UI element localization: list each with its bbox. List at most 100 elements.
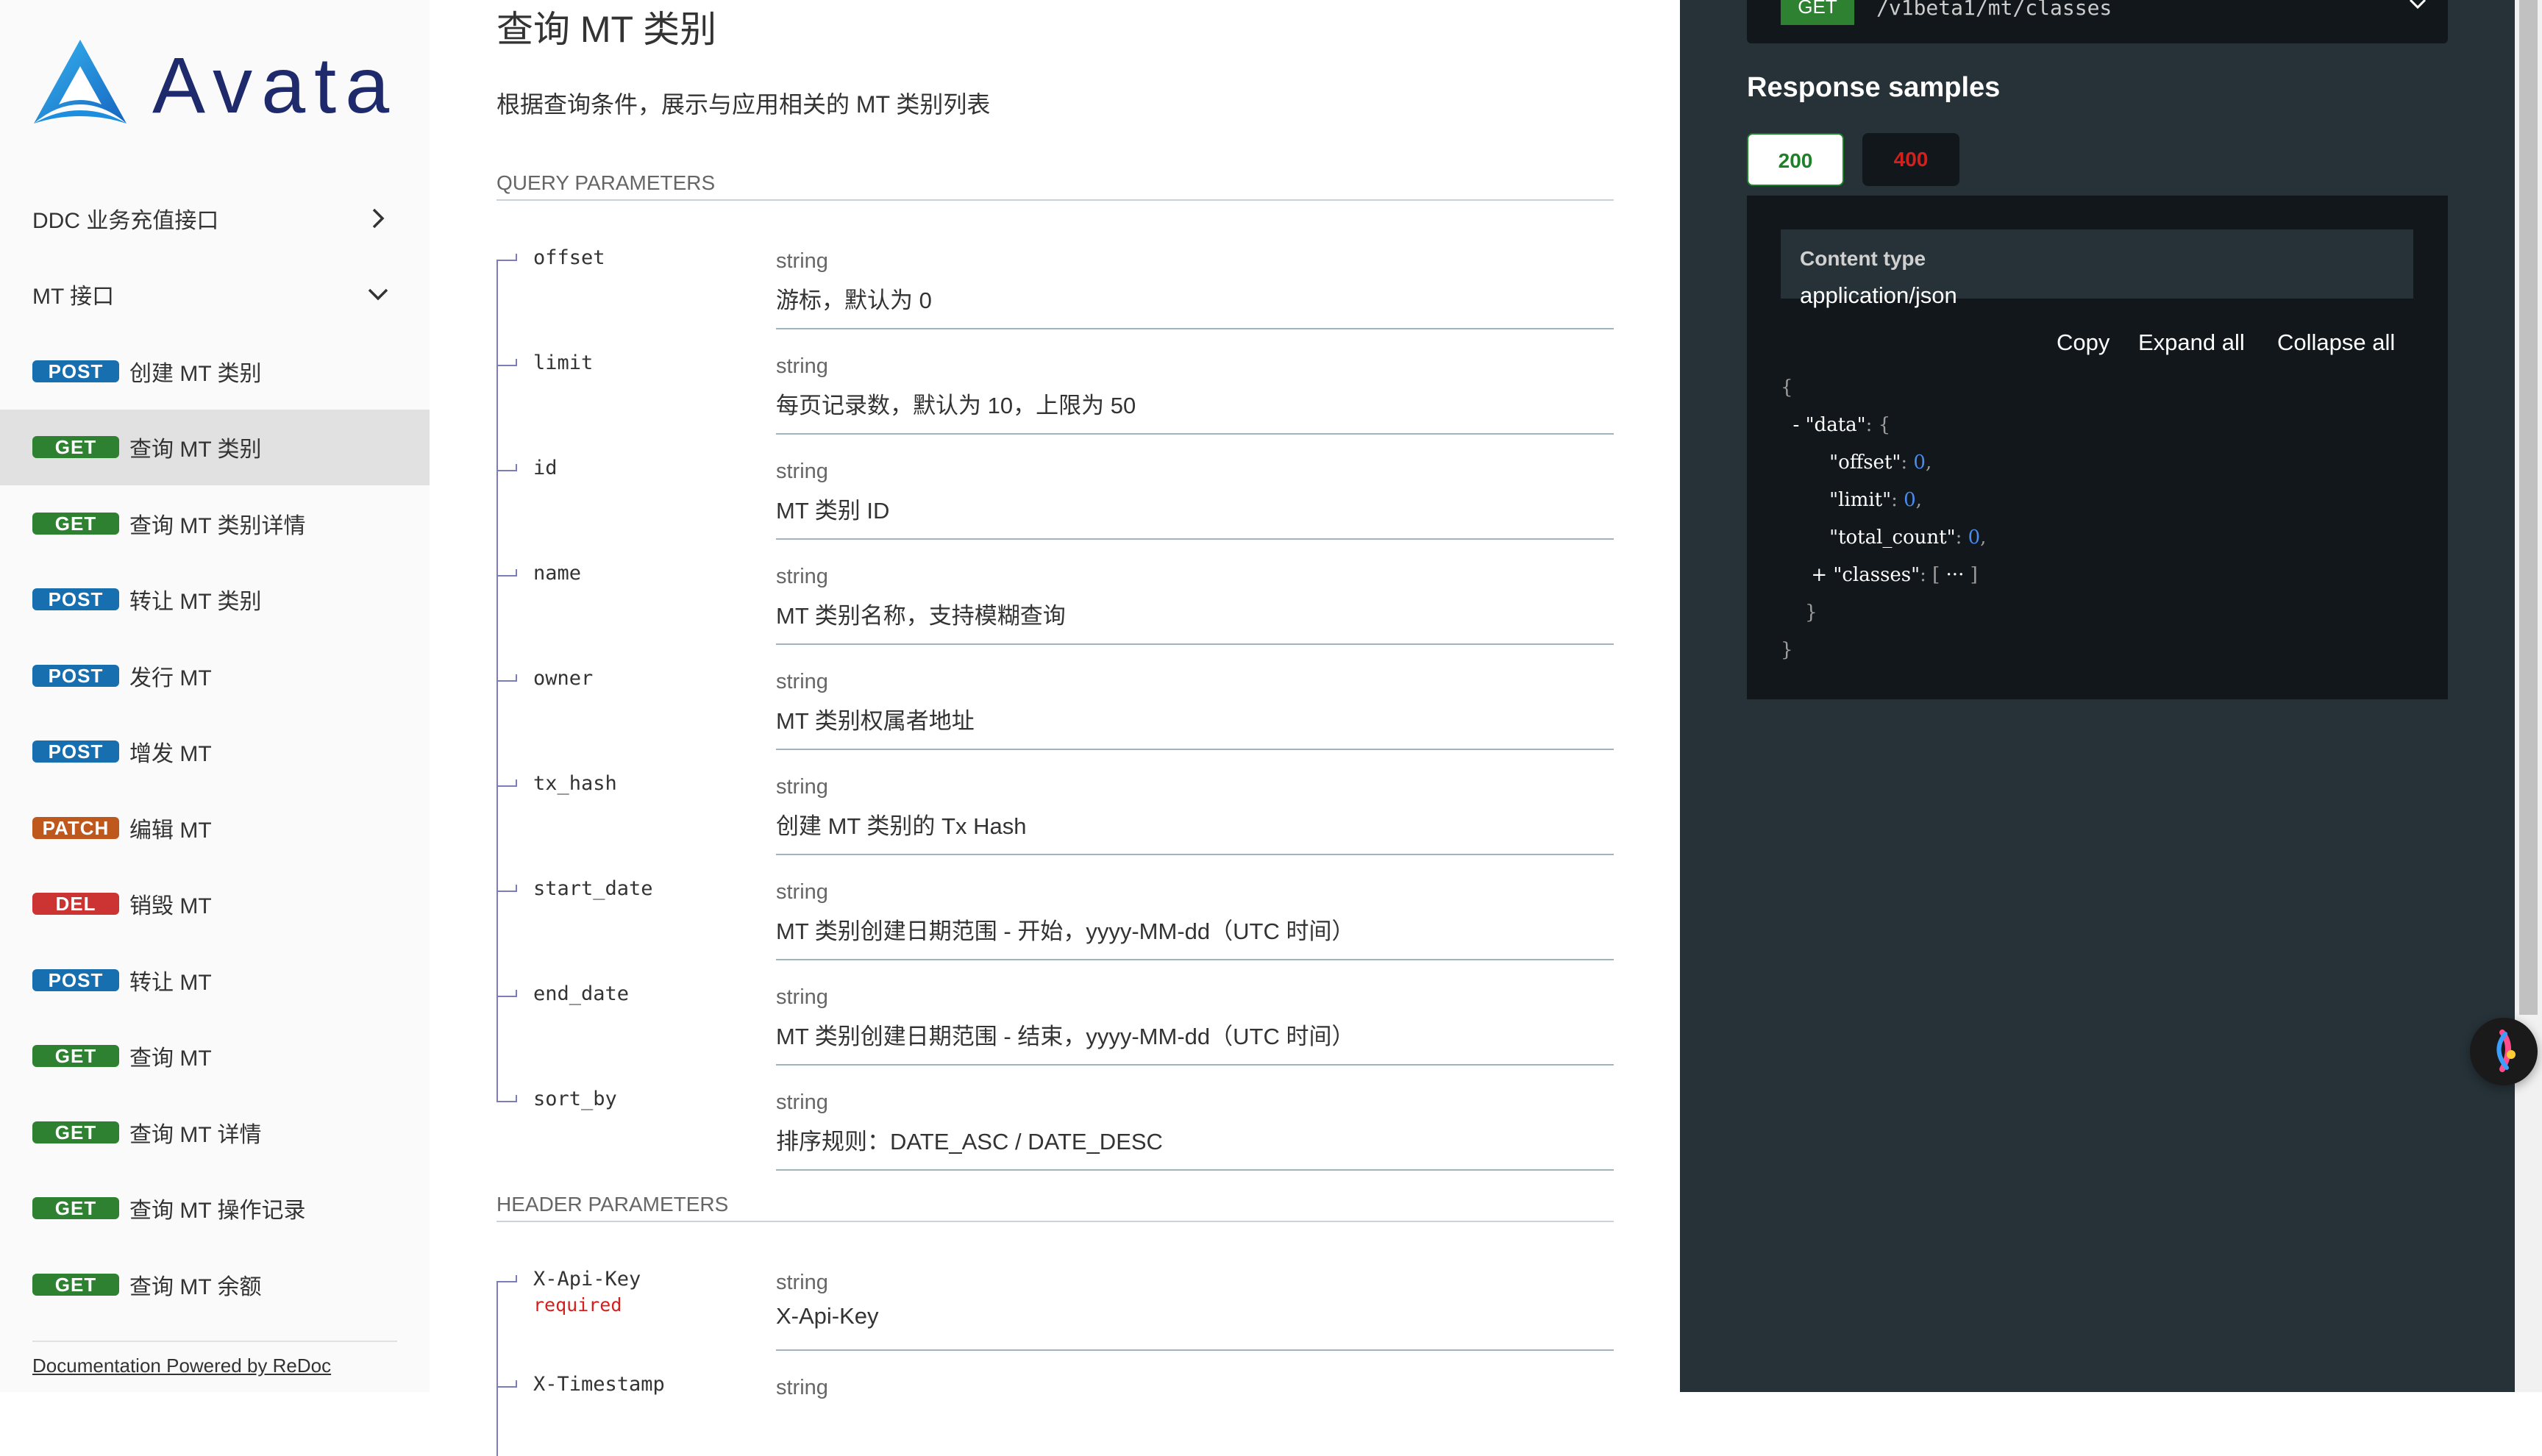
parameter-description: X-Api-Key bbox=[776, 1303, 879, 1329]
sidebar-divider bbox=[32, 1341, 397, 1342]
parameter-name: tx_hash bbox=[533, 772, 617, 795]
http-method-badge: POST bbox=[32, 664, 119, 687]
sidebar-item[interactable]: GET 查询 MT 类别 bbox=[0, 409, 430, 485]
parameter-description: 创建 MT 类别的 Tx Hash bbox=[776, 813, 1027, 839]
content-type-box: Content type application/json bbox=[1781, 229, 2413, 308]
sidebar-item[interactable]: GET 查询 MT bbox=[0, 1018, 430, 1094]
sidebar-item-label: 查询 MT 详情 bbox=[129, 1122, 262, 1147]
sidebar-item-label: 查询 MT 余额 bbox=[129, 1274, 262, 1299]
tree-branch-end bbox=[516, 254, 517, 261]
sidebar-item[interactable]: PATCH 编辑 MT bbox=[0, 790, 430, 866]
collapse-all-button[interactable]: Collapse all bbox=[2277, 329, 2395, 356]
required-label: required bbox=[533, 1294, 622, 1316]
sidebar-item[interactable]: GET 查询 MT 操作记录 bbox=[0, 1171, 430, 1246]
floating-assistant-button[interactable] bbox=[2470, 1018, 2538, 1085]
parameter-name: X-Timestamp bbox=[533, 1373, 665, 1396]
http-method-badge: GET bbox=[32, 512, 119, 535]
expand-toggle[interactable]: + bbox=[1811, 564, 1827, 586]
sidebar-item[interactable]: POST 增发 MT bbox=[0, 714, 430, 790]
parameter-name: start_date bbox=[533, 877, 653, 900]
tree-branch-end bbox=[516, 569, 517, 577]
parameter-row: owner string MT 类别权属者地址 bbox=[496, 645, 1614, 750]
parameter-type: string bbox=[776, 565, 828, 588]
http-method-badge: GET bbox=[32, 1273, 119, 1296]
json-value-offset: 0 bbox=[1913, 452, 1926, 474]
nav-group-mt[interactable]: MT 接口 bbox=[0, 257, 430, 331]
powered-by-link[interactable]: Documentation Powered by ReDoc bbox=[32, 1355, 331, 1377]
parameter-row: end_date string MT 类别创建日期范围 - 结束，yyyy-MM-d… bbox=[496, 960, 1614, 1066]
request-endpoint-bar[interactable]: GET /v1beta1/mt/classes bbox=[1747, 0, 2448, 43]
parameter-row: tx_hash string 创建 MT 类别的 Tx Hash bbox=[496, 750, 1614, 855]
header-parameters-heading: HEADER PARAMETERS bbox=[496, 1193, 1614, 1222]
parameter-name: end_date bbox=[533, 982, 630, 1005]
nav-group-label: DDC 业务充值接口 bbox=[32, 209, 219, 233]
tree-branch-end bbox=[516, 359, 517, 366]
sidebar-item-label: 增发 MT bbox=[129, 742, 212, 766]
tree-branch-end bbox=[516, 885, 517, 892]
tree-branch bbox=[496, 785, 517, 787]
parameter-row: sort_by string 排序规则：DATE_ASC / DATE_DESC bbox=[496, 1066, 1614, 1171]
http-method-badge: GET bbox=[32, 1045, 119, 1067]
json-value-total-count: 0 bbox=[1968, 527, 1981, 549]
parameter-type: string bbox=[776, 249, 828, 273]
parameter-name: limit bbox=[533, 351, 594, 374]
copy-button[interactable]: Copy bbox=[2057, 329, 2110, 356]
tree-branch-end bbox=[516, 990, 517, 997]
parameter-row: limit string 每页记录数，默认为 10，上限为 50 bbox=[496, 329, 1614, 435]
tree-branch bbox=[496, 1101, 517, 1102]
sidebar-item[interactable]: POST 创建 MT 类别 bbox=[0, 333, 430, 409]
parameter-row: X-Timestamp string bbox=[496, 1351, 1614, 1456]
sidebar-item[interactable]: GET 查询 MT 类别详情 bbox=[0, 485, 430, 561]
avata-logo-icon bbox=[34, 40, 127, 124]
sidebar-item[interactable]: POST 转让 MT bbox=[0, 942, 430, 1018]
sidebar: Avata DDC 业务充值接口 MT 接口 POST 创建 MT 类别 GET 查询… bbox=[0, 0, 430, 1392]
parameter-description: MT 类别创建日期范围 - 开始，yyyy-MM-dd（UTC 时间） bbox=[776, 918, 1355, 944]
parameter-name: id bbox=[533, 457, 558, 479]
parameter-row: start_date string MT 类别创建日期范围 - 开始，yyyy-MM… bbox=[496, 855, 1614, 960]
json-key-total-count: "total_count" bbox=[1829, 527, 1956, 549]
json-value-limit: 0 bbox=[1904, 489, 1916, 511]
parameter-description: 排序规则：DATE_ASC / DATE_DESC bbox=[776, 1129, 1163, 1155]
sidebar-item-label: 创建 MT 类别 bbox=[129, 361, 262, 386]
parameter-row: X-Api-Key required string X-Api-Key bbox=[496, 1246, 1614, 1351]
parameter-name: X-Api-Key bbox=[533, 1268, 641, 1291]
sidebar-item-label: 转让 MT 类别 bbox=[129, 590, 262, 614]
parameter-type: string bbox=[776, 880, 828, 904]
sidebar-item-label: 查询 MT 类别 bbox=[129, 438, 262, 462]
tree-branch bbox=[496, 365, 517, 366]
brand-logo[interactable]: Avata bbox=[31, 37, 398, 132]
tree-branch-end bbox=[516, 674, 517, 682]
parameter-description: 游标，默认为 0 bbox=[776, 288, 932, 313]
tree-branch bbox=[496, 470, 517, 471]
page-scrollbar-thumb[interactable] bbox=[2519, 0, 2538, 1015]
parameter-type: string bbox=[776, 1091, 828, 1114]
sidebar-item-label: 转让 MT bbox=[129, 970, 212, 995]
sidebar-item[interactable]: POST 发行 MT bbox=[0, 638, 430, 713]
sidebar-item[interactable]: DEL 销毁 MT bbox=[0, 866, 430, 942]
chevron-right-icon bbox=[372, 208, 385, 229]
chevron-down-icon bbox=[368, 288, 388, 301]
response-tab-400[interactable]: 400 bbox=[1862, 133, 1959, 186]
response-sample-box: Content type application/json Copy Expan… bbox=[1747, 196, 2448, 699]
collapse-toggle[interactable]: - bbox=[1793, 414, 1800, 436]
parameter-description: 每页记录数，默认为 10，上限为 50 bbox=[776, 393, 1136, 418]
json-key-classes: "classes" bbox=[1833, 564, 1920, 586]
nav-group-ddc[interactable]: DDC 业务充值接口 bbox=[0, 182, 430, 255]
response-samples-title: Response samples bbox=[1747, 72, 2001, 103]
parameter-description: MT 类别 ID bbox=[776, 498, 890, 524]
parameter-description: MT 类别权属者地址 bbox=[776, 708, 975, 734]
parameter-type: string bbox=[776, 985, 828, 1009]
tree-branch bbox=[496, 1281, 517, 1282]
sidebar-item[interactable]: GET 查询 MT 余额 bbox=[0, 1246, 430, 1322]
tree-branch bbox=[496, 1386, 517, 1388]
expand-all-button[interactable]: Expand all bbox=[2138, 329, 2245, 356]
tree-branch bbox=[496, 996, 517, 997]
sidebar-item[interactable]: GET 查询 MT 详情 bbox=[0, 1094, 430, 1170]
sidebar-item[interactable]: POST 转让 MT 类别 bbox=[0, 562, 430, 638]
response-tab-200[interactable]: 200 bbox=[1747, 133, 1844, 186]
tree-line bbox=[496, 1066, 498, 1102]
tree-line bbox=[496, 329, 498, 435]
request-path: /v1beta1/mt/classes bbox=[1876, 0, 2112, 20]
json-collapsed-ellipsis[interactable]: ··· bbox=[1946, 564, 1965, 586]
tree-line bbox=[496, 1281, 498, 1351]
